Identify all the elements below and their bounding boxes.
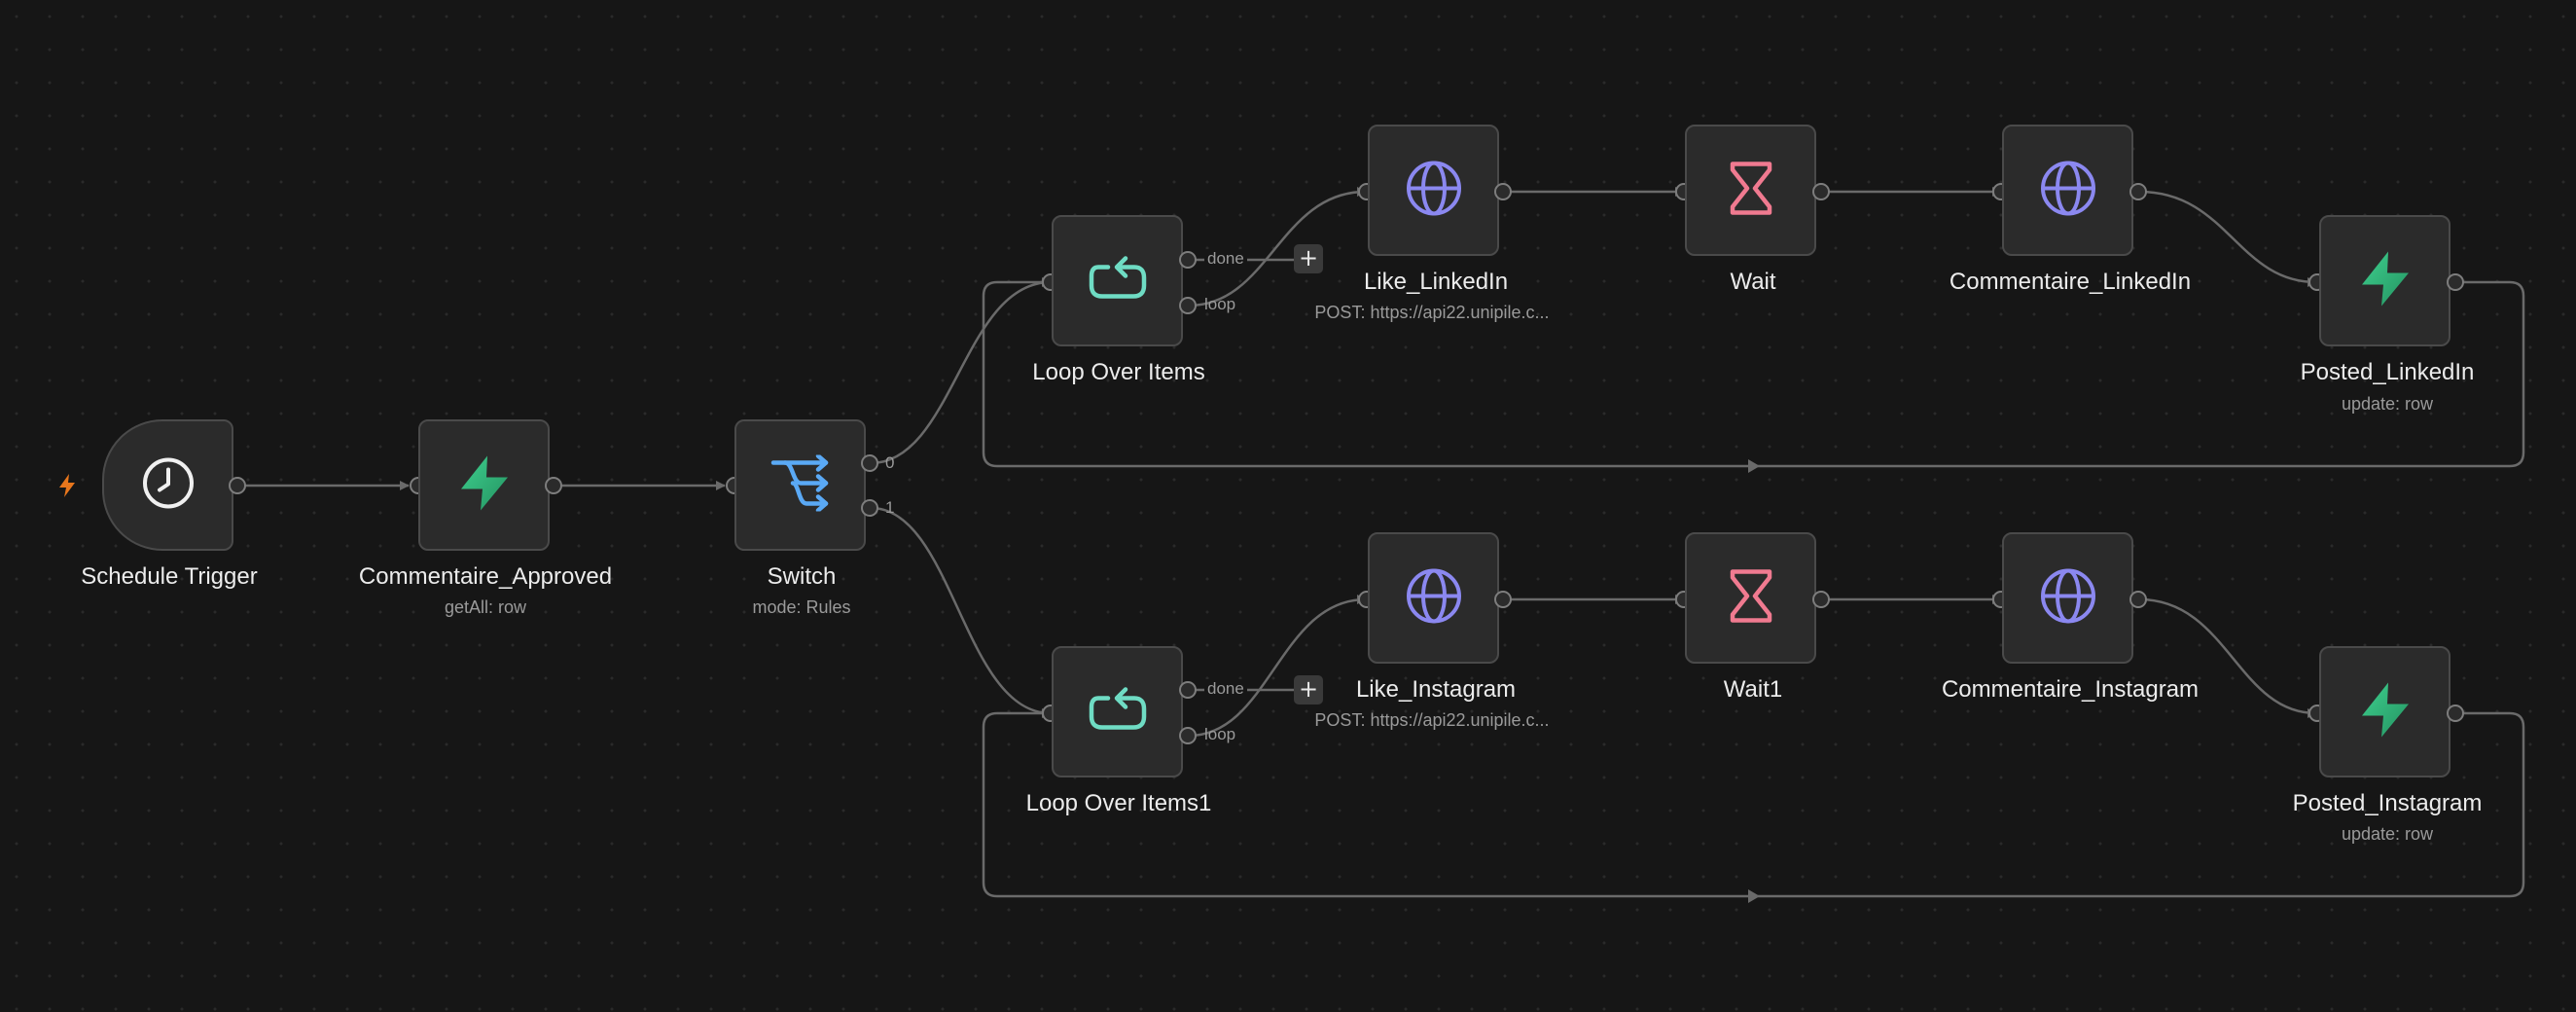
node-loop-over-items[interactable] [1052,215,1183,346]
output-handle[interactable] [1812,591,1830,608]
output-handle-done[interactable] [1179,681,1197,699]
output-label-done: done [1204,249,1247,269]
node-commentaire-linkedin[interactable] [2002,125,2133,256]
node-label: Commentaire_LinkedIn [1949,269,2192,295]
node-wait[interactable] [1685,125,1816,256]
output-label-loop: loop [1204,295,1236,313]
globe-icon [1405,566,1463,630]
trigger-bolt-icon [55,472,79,499]
node-switch[interactable] [734,419,866,551]
node-label: Like_LinkedIn [1363,269,1509,295]
node-label: Posted_Instagram [2292,790,2483,816]
node-label: Posted_LinkedIn [2300,359,2475,385]
output-label-0: 0 [885,453,895,472]
node-like-linkedin[interactable] [1368,125,1499,256]
loop-icon [1088,685,1148,739]
node-commentaire-approved[interactable] [418,419,550,551]
node-sublabel: update: row [2341,824,2434,844]
connection-switch-1-to-loop1 [870,506,1052,718]
supabase-icon [454,452,515,518]
clock-icon [140,454,197,516]
node-sublabel: mode: Rules [752,597,851,617]
node-schedule-trigger[interactable] [102,419,233,551]
node-posted-instagram[interactable] [2319,646,2451,777]
node-label: Wait1 [1723,676,1783,703]
hourglass-icon [1729,567,1773,629]
node-sublabel: update: row [2341,394,2434,414]
node-sublabel: POST: https://api22.unipile.c... [1314,303,1550,322]
output-handle[interactable] [1494,591,1512,608]
supabase-icon [2355,248,2415,313]
node-loop-over-items1[interactable] [1052,646,1183,777]
output-handle-1[interactable] [861,499,878,517]
output-handle[interactable] [545,477,562,494]
node-label: Commentaire_Approved [358,563,613,590]
switch-icon [769,452,832,516]
output-label-loop: loop [1204,725,1236,743]
supabase-icon [2355,679,2415,744]
node-label: Schedule Trigger [81,563,258,590]
node-label: Switch [767,563,837,590]
node-like-instagram[interactable] [1368,532,1499,664]
node-commentaire-instagram[interactable] [2002,532,2133,664]
output-handle[interactable] [2129,183,2147,200]
loop-back-arrow [1748,459,1760,473]
output-handle[interactable] [2447,273,2464,291]
output-label-done: done [1204,679,1247,699]
output-handle-loop[interactable] [1179,297,1197,314]
globe-icon [2039,159,2097,222]
node-label: Commentaire_Instagram [1941,676,2200,703]
node-label: Like_Instagram [1355,676,1517,703]
hourglass-icon [1729,160,1773,221]
node-posted-linkedin[interactable] [2319,215,2451,346]
output-handle-0[interactable] [861,454,878,472]
loop-back-arrow-1 [1748,889,1760,903]
globe-icon [2039,566,2097,630]
node-sublabel: POST: https://api22.unipile.c... [1314,710,1550,730]
output-handle[interactable] [1494,183,1512,200]
output-handle[interactable] [229,477,246,494]
connections-layer [237,187,2525,903]
node-wait1[interactable] [1685,532,1816,664]
node-label: Loop Over Items1 [1025,790,1212,816]
add-node-button[interactable]: + [1294,244,1323,273]
loop-icon [1088,254,1148,307]
connection-switch-0-to-loop [870,277,1052,465]
node-label: Loop Over Items [1032,359,1205,385]
output-handle-loop[interactable] [1179,727,1197,744]
output-handle[interactable] [2447,705,2464,722]
output-handle[interactable] [2129,591,2147,608]
add-node-button[interactable]: + [1294,675,1323,705]
output-label-1: 1 [885,498,895,517]
node-sublabel: getAll: row [444,597,527,617]
node-label: Wait [1730,269,1776,295]
globe-icon [1405,159,1463,222]
output-handle-done[interactable] [1179,251,1197,269]
output-handle[interactable] [1812,183,1830,200]
